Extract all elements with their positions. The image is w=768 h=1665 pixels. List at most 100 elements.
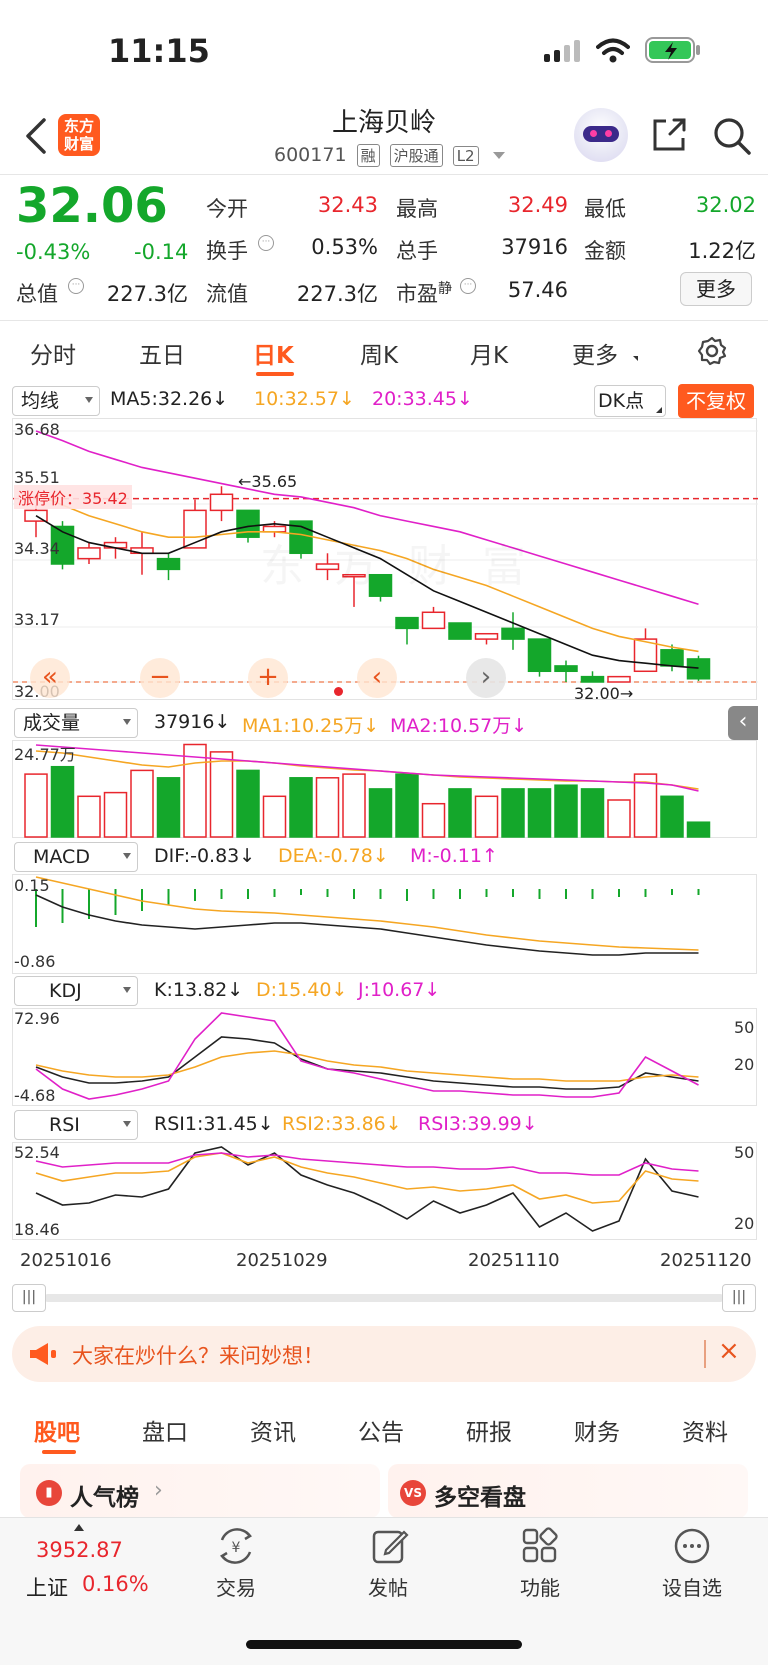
range-handle-left[interactable]: ||| bbox=[12, 1284, 46, 1312]
ma20-value: 20:33.45 bbox=[372, 388, 457, 410]
change-amount: -0.14 bbox=[134, 240, 189, 264]
wifi-icon bbox=[596, 38, 630, 63]
macd-dea-line bbox=[35, 876, 699, 951]
tab-finance[interactable]: 财务 bbox=[574, 1413, 620, 1447]
scroll-start-button[interactable]: « bbox=[30, 658, 70, 698]
candle-down bbox=[686, 658, 711, 680]
date-label: 20251016 bbox=[20, 1250, 112, 1271]
macd-m-value: M:-0.11 bbox=[410, 845, 482, 867]
bull-bear-card[interactable]: VS 多空看盘 bbox=[388, 1464, 748, 1518]
volume-select-label: 成交量 bbox=[23, 712, 81, 734]
volume-bar-down bbox=[289, 777, 313, 838]
range-track[interactable] bbox=[44, 1294, 724, 1302]
volume-bar-up bbox=[209, 751, 234, 838]
status-time: 11:15 bbox=[108, 32, 210, 70]
ask-banner[interactable]: 大家在炒什么？来问妙想！ × bbox=[12, 1326, 756, 1382]
kdj-k: K:13.82↓ bbox=[154, 979, 243, 1001]
turnover-label: 换手 bbox=[206, 239, 248, 263]
tab-daily-k[interactable]: 日K bbox=[253, 336, 294, 370]
low-marker-value: 32.00 bbox=[574, 684, 620, 703]
rsi-3-line bbox=[35, 1152, 699, 1176]
scroll-left-button[interactable]: ‹ bbox=[357, 658, 397, 698]
macd-dea-value: DEA:-0.78 bbox=[278, 845, 373, 867]
rsi-select[interactable]: RSI bbox=[14, 1110, 138, 1140]
volume-bar-down bbox=[395, 773, 419, 838]
nav-functions[interactable]: 功能 bbox=[500, 1572, 580, 1601]
ma-select[interactable]: 均线 bbox=[12, 386, 100, 416]
tab-monthly-k[interactable]: 月K bbox=[470, 336, 508, 370]
stock-code-row[interactable]: 600171 融 沪股通 L2 bbox=[274, 144, 505, 167]
settings-gear-icon[interactable] bbox=[697, 336, 727, 366]
compose-icon[interactable] bbox=[370, 1526, 410, 1566]
info-icon[interactable]: ··· bbox=[258, 235, 274, 251]
tab-intraday[interactable]: 分时 bbox=[30, 336, 76, 370]
candle-up bbox=[607, 675, 631, 683]
volume-chart bbox=[24, 743, 711, 838]
chart-badge-icon: ▮ bbox=[36, 1480, 62, 1506]
down-arrow-icon: ↓ bbox=[521, 1113, 538, 1135]
index-value[interactable]: 3952.87 bbox=[36, 1538, 123, 1562]
scroll-right-button[interactable]: › bbox=[466, 658, 506, 698]
mktcap-value: 227.3亿 bbox=[106, 282, 188, 306]
kdj-d-value: D:15.40 bbox=[256, 979, 332, 1001]
candle-up bbox=[474, 632, 499, 640]
kdj-chart-panel[interactable] bbox=[12, 1008, 757, 1106]
candle-down bbox=[527, 638, 552, 673]
collapse-side-button[interactable]: ‹ bbox=[728, 706, 758, 740]
robot-avatar-icon[interactable] bbox=[574, 108, 628, 162]
macd-select[interactable]: MACD bbox=[14, 842, 138, 872]
search-icon[interactable] bbox=[712, 116, 752, 156]
zoom-out-button[interactable]: − bbox=[140, 658, 180, 698]
stock-code: 600171 bbox=[274, 144, 347, 166]
more-button[interactable]: 更多 bbox=[680, 272, 752, 306]
candle-down bbox=[395, 616, 419, 630]
watermark: 东方财富 bbox=[260, 530, 556, 594]
info-icon[interactable]: ··· bbox=[68, 278, 84, 294]
rsi-3-value: RSI3:39.99 bbox=[418, 1113, 522, 1135]
kline-y-label: 36.68 bbox=[14, 420, 60, 439]
tab-announcements[interactable]: 公告 bbox=[358, 1413, 404, 1447]
range-handle-right[interactable]: ||| bbox=[722, 1284, 756, 1312]
kdj-select[interactable]: KDJ bbox=[14, 976, 138, 1006]
tab-five-day[interactable]: 五日 bbox=[139, 336, 185, 370]
tab-news[interactable]: 资讯 bbox=[250, 1413, 296, 1447]
grid-apps-icon[interactable] bbox=[520, 1526, 560, 1566]
tab-more[interactable]: 更多 bbox=[572, 336, 618, 370]
macd-dif-value: DIF:-0.83 bbox=[154, 845, 240, 867]
macd-y-min: -0.86 bbox=[14, 952, 56, 971]
float-label: 流值 bbox=[206, 282, 248, 306]
candle-up bbox=[209, 493, 234, 512]
nav-post[interactable]: 发帖 bbox=[348, 1572, 428, 1601]
pe-static-sup: 静 bbox=[438, 281, 452, 297]
rsi-3: RSI3:39.99↓ bbox=[418, 1113, 538, 1135]
macd-chart-panel[interactable] bbox=[12, 874, 757, 974]
tab-weekly-k[interactable]: 周K bbox=[360, 336, 398, 370]
share-icon[interactable] bbox=[650, 116, 688, 154]
banner-text: 大家在炒什么？来问妙想！ bbox=[72, 1344, 324, 1368]
volume-chart-panel[interactable] bbox=[12, 740, 757, 838]
kline-y-label: 34.34 bbox=[14, 539, 60, 558]
info-icon[interactable]: ··· bbox=[460, 278, 476, 294]
close-icon[interactable]: × bbox=[718, 1336, 740, 1366]
down-arrow-icon: ↓ bbox=[257, 1113, 274, 1135]
vs-badge-icon: VS bbox=[400, 1480, 426, 1506]
rsi-chart-panel[interactable] bbox=[12, 1142, 757, 1240]
high-label: 最高 bbox=[396, 197, 438, 221]
mktcap-label: 总值 bbox=[16, 282, 58, 306]
tab-profile[interactable]: 资料 bbox=[682, 1413, 728, 1447]
tab-research[interactable]: 研报 bbox=[466, 1413, 512, 1447]
volume-select[interactable]: 成交量 bbox=[14, 708, 138, 738]
tab-orderbook[interactable]: 盘口 bbox=[142, 1413, 188, 1447]
popularity-card[interactable]: ▮ 人气榜 › bbox=[20, 1464, 380, 1518]
trade-icon[interactable]: ¥ bbox=[214, 1526, 258, 1566]
zoom-in-button[interactable]: + bbox=[248, 658, 288, 698]
nav-trade[interactable]: 交易 bbox=[196, 1572, 276, 1601]
kdj-j-line bbox=[35, 1012, 699, 1100]
volume-ma2: MA2:10.57万↓ bbox=[390, 711, 527, 738]
tab-forum[interactable]: 股吧 bbox=[34, 1413, 80, 1447]
dk-point-button[interactable]: DK点 bbox=[594, 385, 666, 417]
adjust-button[interactable]: 不复权 bbox=[678, 384, 754, 418]
chat-bubble-icon[interactable] bbox=[672, 1526, 712, 1566]
volume-bar-up bbox=[262, 795, 287, 838]
nav-add-watchlist[interactable]: 设自选 bbox=[652, 1572, 732, 1601]
